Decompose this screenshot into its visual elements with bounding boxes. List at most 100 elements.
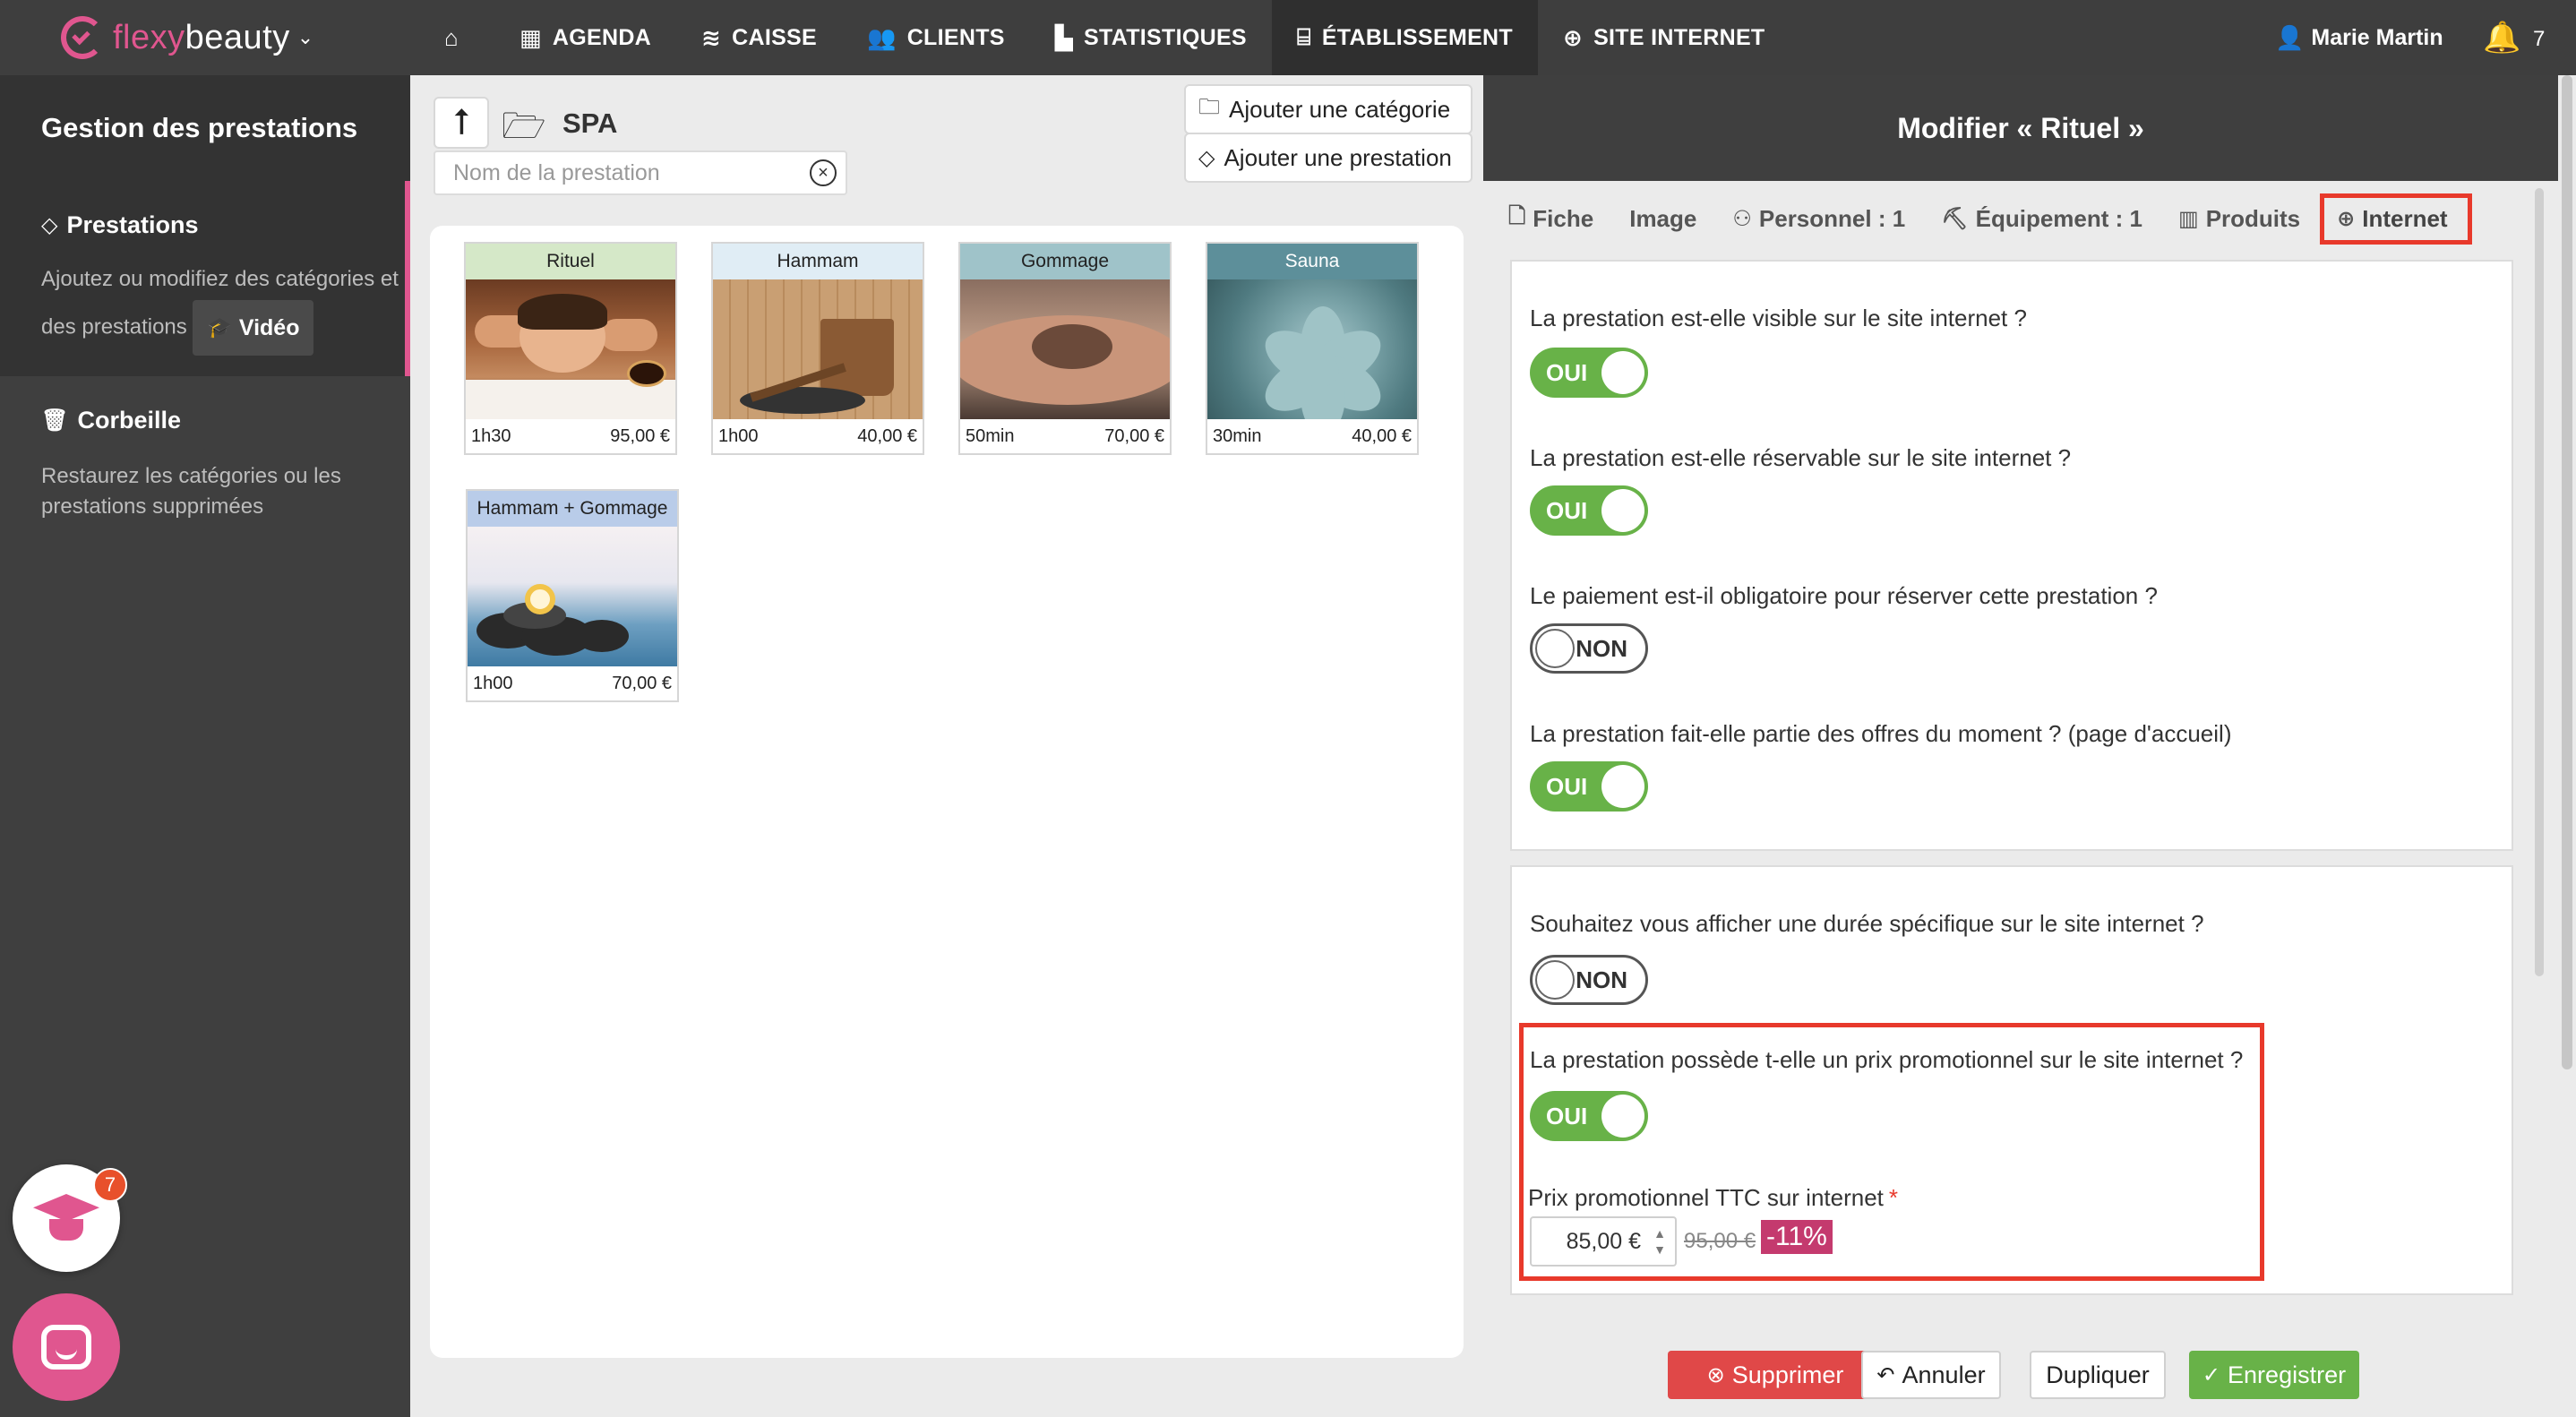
card-price: 95,00 € (610, 425, 670, 446)
globe-icon: ⊕ (1562, 23, 1584, 51)
sidebar-item-prestations-description: Ajoutez ou modifiez des catégories et de… (41, 259, 399, 356)
save-label: Enregistrer (2228, 1361, 2347, 1388)
nav-home[interactable]: ⌂ (419, 0, 494, 75)
graduation-cap-icon: 🎓 (207, 316, 232, 339)
nav-site-internet[interactable]: ⊕ SITE INTERNET (1538, 0, 1790, 75)
stepper-down-icon[interactable]: ▼ (1653, 1241, 1666, 1258)
add-category-label: Ajouter une catégorie (1229, 95, 1451, 123)
toggle-label: OUI (1546, 772, 1588, 800)
graduation-cap-icon (33, 1194, 99, 1242)
question-visible: La prestation est-elle visible sur le si… (1530, 305, 2027, 331)
nav-etablissement-label: ÉTABLISSEMENT (1321, 24, 1513, 50)
scrollbar-thumb[interactable] (2562, 75, 2572, 1069)
tab-personnel[interactable]: ⚇ Personnel : 1 (1732, 205, 1905, 233)
home-icon: ⌂ (444, 23, 459, 51)
save-button[interactable]: ✓ Enregistrer (2189, 1351, 2359, 1399)
card-price: 40,00 € (1352, 425, 1412, 446)
tab-equipement[interactable]: ⛏ Équipement : 1 (1941, 205, 2142, 233)
card-duration: 30min (1213, 425, 1262, 446)
folder-up-button[interactable]: ⭡ (434, 97, 489, 149)
sidebar-item-corbeille[interactable]: 🗑 Corbeille Restaurez les catégories ou … (41, 407, 399, 522)
promo-price-input[interactable] (1532, 1219, 1648, 1264)
nav-agenda-label: AGENDA (552, 24, 652, 50)
add-prestation-button[interactable]: ◇ Ajouter une prestation (1184, 133, 1473, 183)
prestation-card-gommage[interactable]: Gommage 50min 70,00 € (958, 242, 1172, 455)
tab-produits-label: Produits (2205, 204, 2301, 232)
card-price: 40,00 € (857, 425, 917, 446)
stepper-up-icon[interactable]: ▲ (1653, 1225, 1666, 1241)
toggle-label: OUI (1546, 496, 1588, 524)
edit-panel-title: Modifier « Rituel » (1483, 75, 2558, 181)
flexybeauty-logo[interactable]: flexy beauty ⌄ (61, 16, 383, 59)
nav-etablissement[interactable]: ⌸ ÉTABLISSEMENT (1271, 0, 1538, 75)
prestation-card-hammam[interactable]: Hammam 1h00 40,00 € (711, 242, 924, 455)
toggle-offers[interactable]: OUI (1530, 761, 1648, 812)
duplicate-button[interactable]: Dupliquer (2030, 1351, 2166, 1399)
clear-search-icon[interactable]: × (810, 159, 837, 186)
chevron-down-icon: ⌄ (296, 26, 314, 48)
card-image (713, 279, 923, 419)
toggle-payment[interactable]: NON (1530, 623, 1648, 674)
tab-internet[interactable]: ⊕ Internet (2320, 193, 2472, 245)
duplicate-label: Dupliquer (2046, 1361, 2150, 1388)
nav-caisse[interactable]: ≋ CAISSE (676, 0, 842, 75)
undo-icon: ↶ (1876, 1362, 1895, 1387)
nav-clients[interactable]: 👥 CLIENTS (842, 0, 1030, 75)
delete-button[interactable]: ⊗ Supprimer (1668, 1351, 1883, 1399)
question-offers: La prestation fait-elle partie des offre… (1530, 720, 2232, 747)
required-mark: * (1888, 1184, 1899, 1211)
card-duration: 50min (966, 425, 1015, 446)
store-icon: ⌸ (1296, 23, 1311, 50)
chat-icon (41, 1325, 91, 1370)
sidebar-item-corbeille-label: Corbeille (77, 407, 181, 434)
panel-scrollbar[interactable] (2535, 188, 2544, 976)
sidebar-item-corbeille-description: Restaurez les catégories ou les prestati… (41, 464, 341, 519)
nav-clients-label: CLIENTS (906, 24, 1005, 50)
tab-produits[interactable]: ▥ Produits (2178, 205, 2300, 233)
toggle-duration[interactable]: NON (1530, 955, 1648, 1005)
original-price: 95,00 € (1684, 1229, 1756, 1253)
nav-site-internet-label: SITE INTERNET (1593, 24, 1765, 50)
file-icon: 🗋 (1508, 203, 1526, 228)
sidebar-title: Gestion des prestations (0, 75, 410, 181)
card-footer: 1h00 70,00 € (468, 666, 677, 700)
card-title: Sauna (1207, 244, 1417, 279)
chat-button[interactable] (13, 1293, 120, 1401)
users-icon: 👥 (867, 23, 897, 51)
toggle-label: OUI (1546, 358, 1588, 386)
card-title: Hammam (713, 244, 923, 279)
action-bar (1483, 1333, 2558, 1417)
logo-check-icon (61, 16, 104, 59)
toggle-visible[interactable]: OUI (1530, 348, 1648, 398)
prestation-card-hammam-gommage[interactable]: Hammam + Gommage 1h00 70,00 € (466, 489, 679, 702)
sidebar-item-prestations[interactable]: ◇ Prestations Ajoutez ou modifiez des ca… (0, 181, 410, 376)
sidebar-item-prestations-label: Prestations (66, 211, 199, 238)
tab-image[interactable]: Image (1629, 205, 1696, 233)
user-menu[interactable]: 👤 Marie Martin (2275, 0, 2443, 75)
prestation-card-rituel[interactable]: Rituel 1h30 95,00 € (464, 242, 677, 455)
card-title: Gommage (960, 244, 1170, 279)
card-footer: 1h30 95,00 € (466, 419, 675, 453)
barcode-icon: ▥ (2178, 206, 2199, 231)
card-duration: 1h00 (718, 425, 759, 446)
card-image (466, 279, 675, 419)
promo-price-stepper[interactable]: ▲ ▼ (1648, 1219, 1671, 1264)
card-footer: 50min 70,00 € (960, 419, 1170, 453)
toggle-reservable[interactable]: OUI (1530, 485, 1648, 536)
search-input[interactable] (435, 152, 794, 193)
nav-statistiques[interactable]: ▙ STATISTIQUES (1030, 0, 1272, 75)
prestation-cards-area: Rituel 1h30 95,00 € Hammam 1h00 40,00 € … (430, 226, 1464, 1358)
nav-caisse-label: CAISSE (732, 24, 818, 50)
tab-fiche[interactable]: 🗋 Fiche (1508, 201, 1593, 237)
prestation-card-sauna[interactable]: Sauna 30min 40,00 € (1206, 242, 1419, 455)
arrow-up-icon: ⭡ (452, 102, 470, 142)
nav-statistiques-label: STATISTIQUES (1084, 24, 1247, 50)
nav-agenda[interactable]: ▦ AGENDA (494, 0, 676, 75)
add-category-button[interactable]: 🗀 Ajouter une catégorie (1184, 84, 1473, 134)
card-image (468, 527, 677, 666)
cancel-button[interactable]: ↶ Annuler (1861, 1351, 2001, 1399)
page-scrollbar[interactable] (2558, 75, 2576, 1417)
video-button[interactable]: 🎓 Vidéo (193, 300, 314, 356)
tab-personnel-label: Personnel : 1 (1758, 204, 1906, 232)
bell-icon[interactable]: 🔔 (2483, 20, 2520, 56)
